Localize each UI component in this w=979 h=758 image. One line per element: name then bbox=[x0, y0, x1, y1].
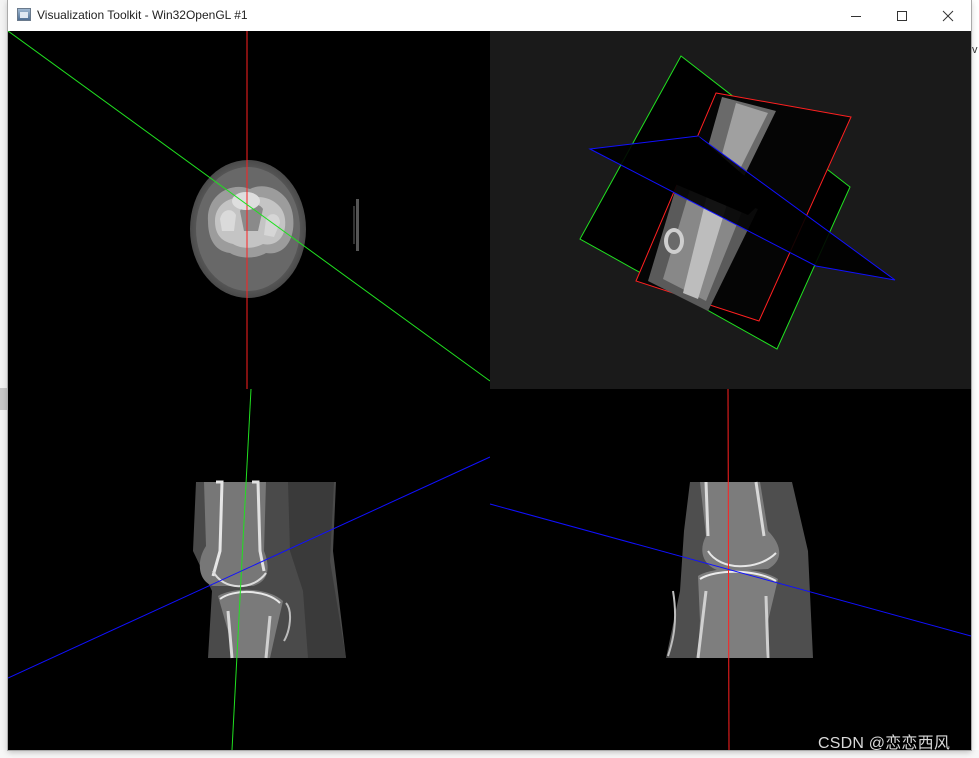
background-window-left bbox=[0, 0, 8, 758]
axial-view[interactable] bbox=[8, 31, 491, 389]
render-canvas[interactable] bbox=[8, 31, 971, 750]
sagittal-slice-image bbox=[666, 481, 813, 659]
close-icon bbox=[942, 10, 954, 21]
minimize-button[interactable] bbox=[833, 0, 879, 31]
maximize-button[interactable] bbox=[879, 0, 925, 31]
coronal-view[interactable] bbox=[8, 388, 491, 750]
desktop-background: Visualization Toolkit - Win32OpenGL #1 v… bbox=[0, 0, 979, 758]
close-button[interactable] bbox=[925, 0, 971, 31]
csdn-watermark: CSDN @恋恋西风 bbox=[818, 735, 951, 752]
maximize-icon bbox=[897, 10, 907, 21]
window-title: Visualization Toolkit - Win32OpenGL #1 bbox=[37, 8, 248, 22]
coronal-slice-image bbox=[185, 480, 346, 659]
3d-view[interactable] bbox=[490, 31, 971, 389]
background-window-right bbox=[971, 0, 979, 758]
render-area[interactable] bbox=[8, 31, 971, 750]
title-bar[interactable]: Visualization Toolkit - Win32OpenGL #1 bbox=[8, 0, 971, 32]
background-window-text: v bbox=[972, 44, 978, 56]
vtk-render-window[interactable]: Visualization Toolkit - Win32OpenGL #1 bbox=[8, 0, 971, 750]
background-scroll-mark bbox=[0, 388, 8, 410]
sagittal-view[interactable] bbox=[489, 388, 971, 750]
vtk-app-icon bbox=[17, 8, 31, 21]
minimize-icon bbox=[851, 15, 861, 17]
